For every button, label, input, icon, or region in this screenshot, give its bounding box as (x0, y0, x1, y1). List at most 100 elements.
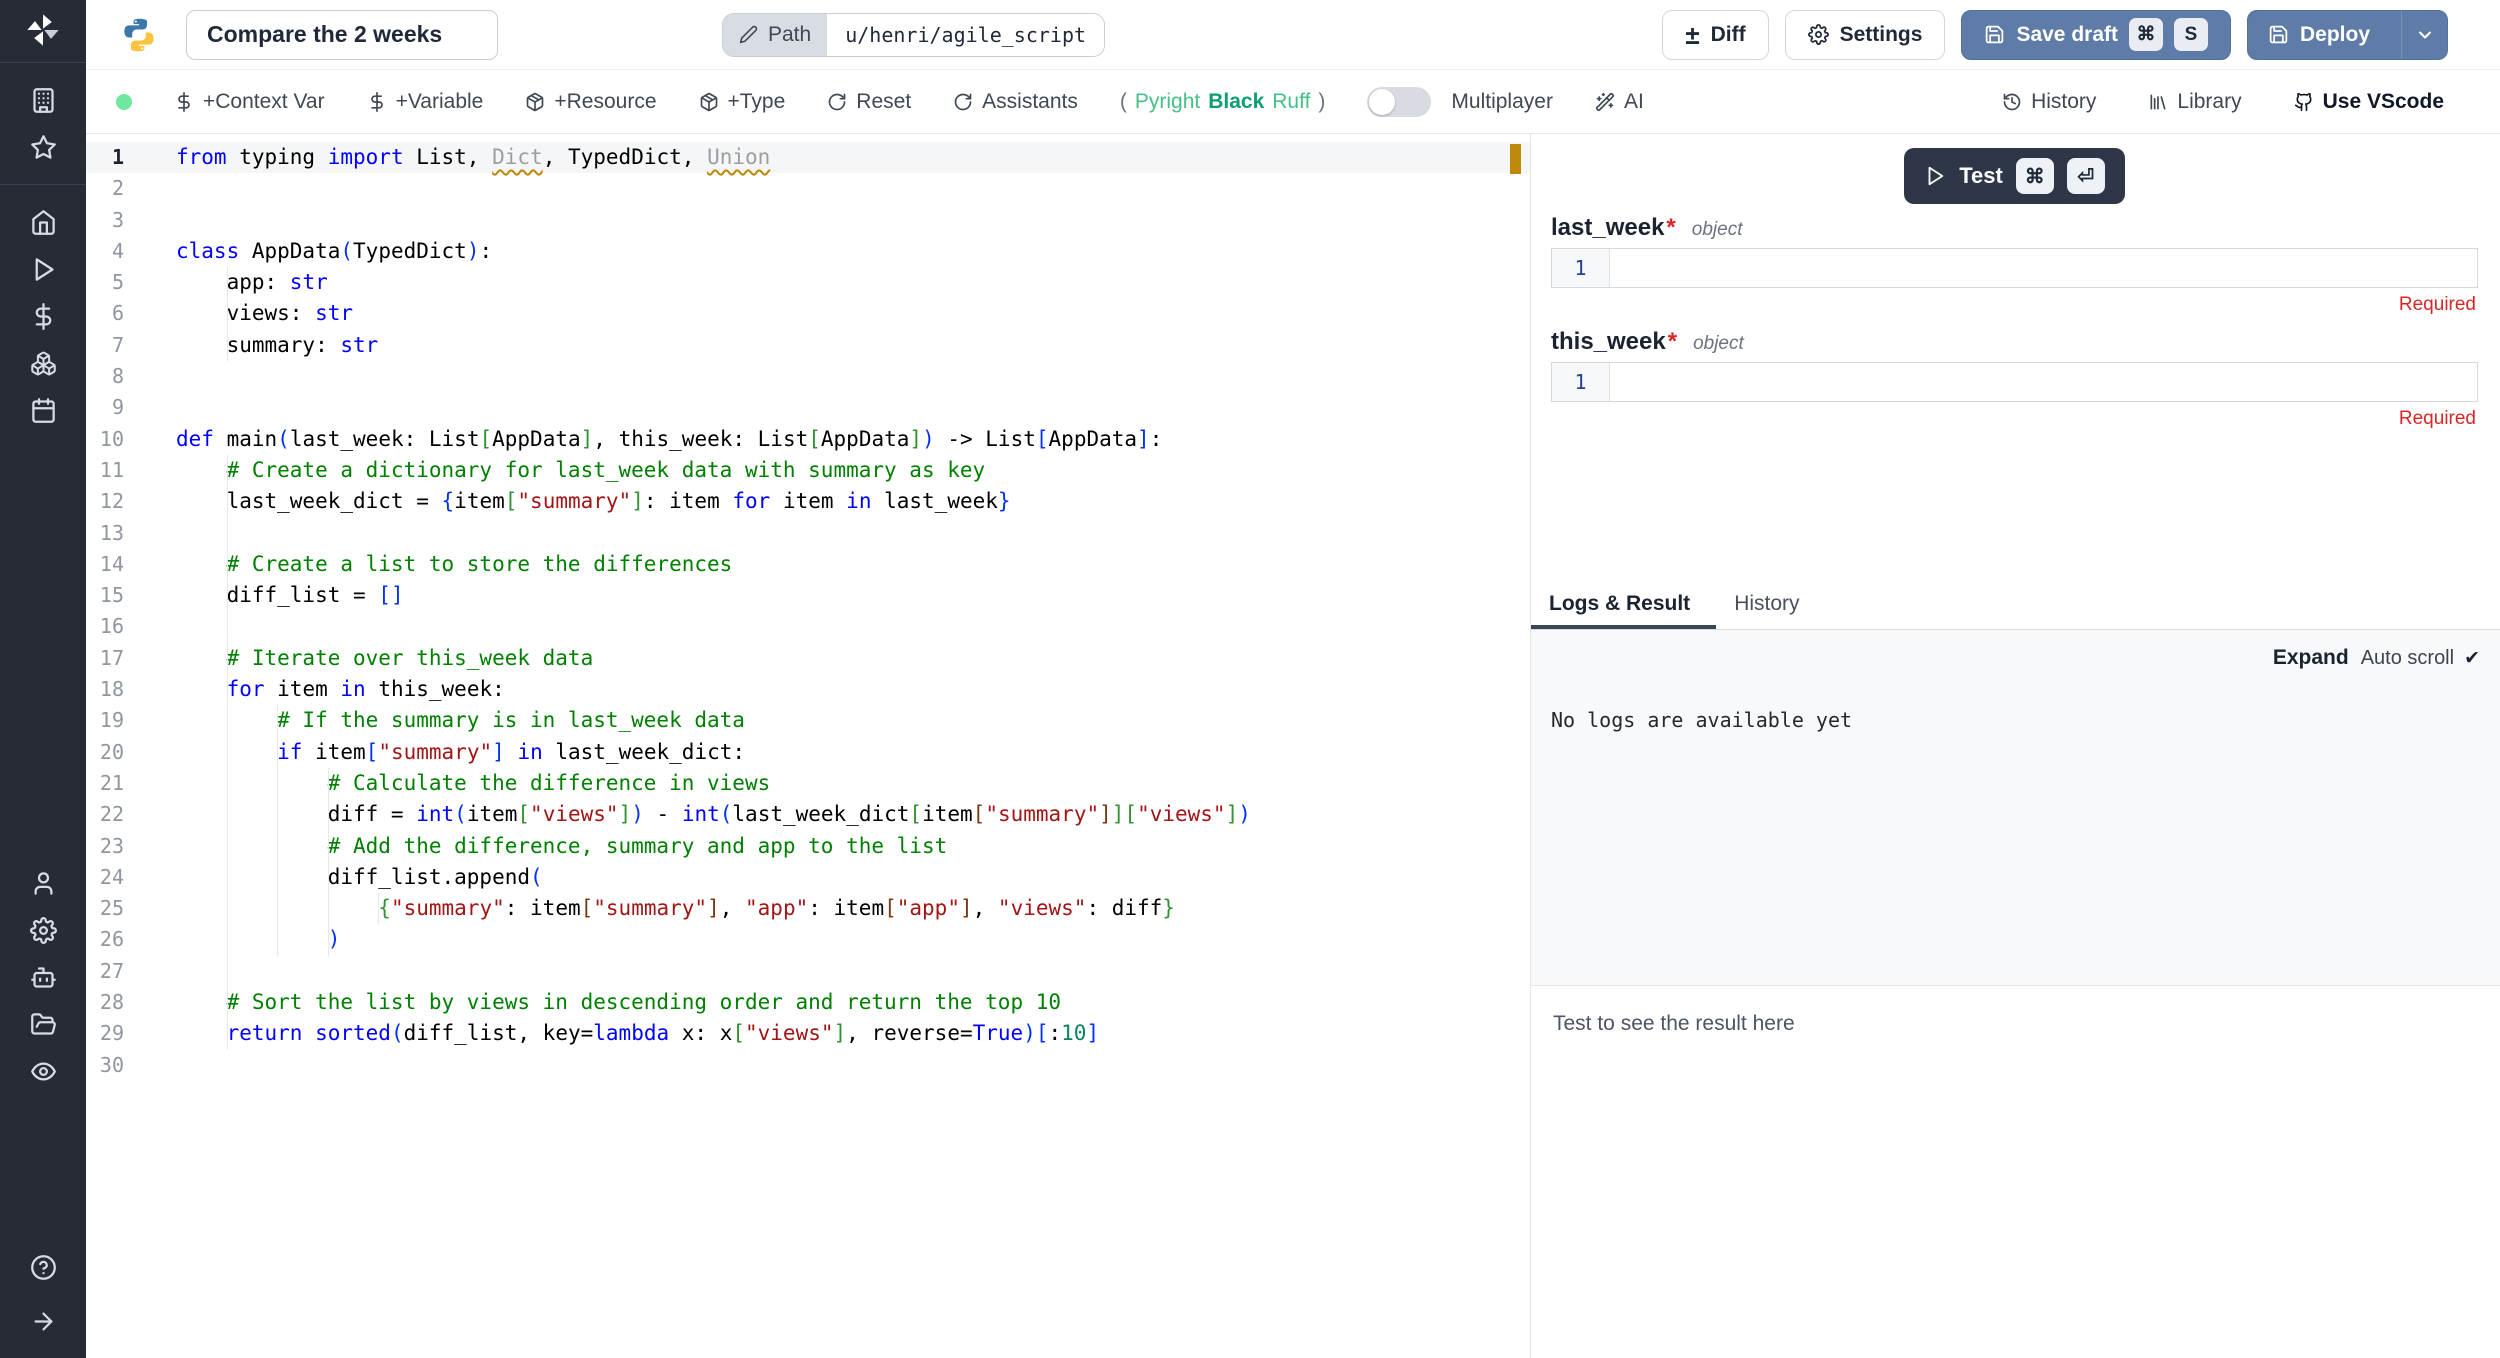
code-line[interactable]: 15 diff_list = [] (86, 580, 1530, 611)
eye-icon (30, 1058, 57, 1085)
code-line[interactable]: 25 {"summary": item["summary"], "app": i… (86, 893, 1530, 924)
code-line[interactable]: 12 last_week_dict = {item["summary"]: it… (86, 486, 1530, 517)
pencil-icon (739, 25, 758, 44)
line-number: 16 (86, 611, 124, 642)
assistants-status[interactable]: (Pyright Black Ruff) (1120, 90, 1326, 114)
line-number: 15 (86, 580, 124, 611)
auto-scroll-toggle[interactable]: Auto scroll ✔ (2361, 647, 2480, 670)
path-editor[interactable]: Path u/henri/agile_script (722, 13, 1105, 57)
code-line[interactable]: 24 diff_list.append( (86, 862, 1530, 893)
code-line[interactable]: 29 return sorted(diff_list, key=lambda x… (86, 1018, 1530, 1049)
history-button[interactable]: History (2002, 90, 2096, 114)
package-icon (525, 92, 545, 112)
assistant-ruff: Ruff (1272, 90, 1310, 114)
boxes-icon (30, 350, 57, 377)
deploy-button[interactable]: Deploy (2247, 10, 2448, 60)
windmill-logo-icon[interactable] (0, 0, 86, 60)
gear-icon (1808, 24, 1829, 45)
tab-history[interactable]: History (1716, 578, 1825, 629)
github-icon (2294, 92, 2314, 112)
code-line[interactable]: 11 # Create a dictionary for last_week d… (86, 455, 1530, 486)
add-context-var-button[interactable]: +Context Var (174, 90, 325, 114)
code-line[interactable]: 4class AppData(TypedDict): (86, 236, 1530, 267)
script-title-input[interactable]: Compare the 2 weeks (186, 10, 498, 60)
this-week-json-input[interactable]: 1 (1551, 362, 2478, 402)
code-line[interactable]: 30 (86, 1050, 1530, 1081)
code-line[interactable]: 27 (86, 956, 1530, 987)
magic-wand-icon (1595, 92, 1615, 112)
plus-minus-icon: ± (1685, 22, 1699, 48)
settings-button[interactable]: Settings (1785, 10, 1946, 60)
sidebar-expand-button[interactable] (19, 1298, 67, 1344)
sidebar-item-runs[interactable] (19, 246, 67, 292)
library-button[interactable]: Library (2148, 90, 2241, 114)
sidebar-item-workspace[interactable] (19, 77, 67, 123)
diff-button[interactable]: ± Diff (1662, 10, 1768, 60)
line-number: 24 (86, 862, 124, 893)
warning-overview-marker (1510, 144, 1521, 174)
code-line[interactable]: 1from typing import List, Dict, TypedDic… (86, 142, 1530, 173)
code-line[interactable]: 20 if item["summary"] in last_week_dict: (86, 737, 1530, 768)
argument-block: this_week* object 1 Required (1551, 328, 2478, 430)
sidebar-item-favorites[interactable] (19, 124, 67, 170)
required-hint: Required (1551, 294, 2476, 316)
code-line[interactable]: 13 (86, 518, 1530, 549)
code-lines: 1from typing import List, Dict, TypedDic… (86, 142, 1530, 1081)
code-line[interactable]: 8 (86, 361, 1530, 392)
code-line[interactable]: 7 summary: str (86, 330, 1530, 361)
ai-button[interactable]: AI (1595, 90, 1644, 114)
tab-logs-result[interactable]: Logs & Result (1531, 578, 1716, 629)
use-vscode-button[interactable]: Use VScode (2294, 90, 2444, 114)
code-line[interactable]: 22 diff = int(item["views"]) - int(last_… (86, 799, 1530, 830)
code-line[interactable]: 18 for item in this_week: (86, 674, 1530, 705)
help-circle-icon (30, 1254, 57, 1281)
add-variable-button[interactable]: +Variable (367, 90, 484, 114)
add-resource-button[interactable]: +Resource (525, 90, 656, 114)
code-line[interactable]: 10def main(last_week: List[AppData], thi… (86, 424, 1530, 455)
line-number: 13 (86, 518, 124, 549)
required-hint: Required (1551, 408, 2476, 430)
code-line[interactable]: 28 # Sort the list by views in descendin… (86, 987, 1530, 1018)
windmill-script-editor: Compare the 2 weeks Path u/henri/agile_s… (0, 0, 2500, 1358)
save-draft-button[interactable]: Save draft ⌘ S (1961, 10, 2231, 60)
sidebar-item-settings[interactable] (19, 907, 67, 953)
last-week-json-input[interactable]: 1 (1551, 248, 2478, 288)
code-line[interactable]: 23 # Add the difference, summary and app… (86, 831, 1530, 862)
code-line[interactable]: 5 app: str (86, 267, 1530, 298)
sidebar-item-resources[interactable] (19, 340, 67, 386)
code-line[interactable]: 26 ) (86, 924, 1530, 955)
code-line[interactable]: 14 # Create a list to store the differen… (86, 549, 1530, 580)
sidebar-item-users[interactable] (19, 860, 67, 906)
line-number: 3 (86, 205, 124, 236)
rotate-cw-icon (953, 92, 973, 112)
sidebar-item-audit-logs[interactable] (19, 1048, 67, 1094)
code-line[interactable]: 21 # Calculate the difference in views (86, 768, 1530, 799)
code-line[interactable]: 3 (86, 205, 1530, 236)
code-line[interactable]: 9 (86, 392, 1530, 423)
line-number: 8 (86, 361, 124, 392)
bot-icon (30, 964, 57, 991)
logs-tabs: Logs & Result History (1531, 578, 2500, 630)
sidebar-item-folders[interactable] (19, 1001, 67, 1047)
deploy-dropdown[interactable] (2401, 11, 2447, 59)
sidebar-item-schedules[interactable] (19, 387, 67, 433)
multiplayer-toggle[interactable] (1367, 87, 1431, 117)
test-button[interactable]: Test ⌘ ⏎ (1904, 148, 2125, 204)
code-line[interactable]: 2 (86, 173, 1530, 204)
sidebar (0, 0, 86, 1358)
code-line[interactable]: 19 # If the summary is in last_week data (86, 705, 1530, 736)
add-type-button[interactable]: +Type (699, 90, 786, 114)
assistants-button[interactable]: Assistants (953, 90, 1078, 114)
sidebar-item-home[interactable] (19, 199, 67, 245)
code-line[interactable]: 16 (86, 611, 1530, 642)
reset-button[interactable]: Reset (827, 90, 911, 114)
expand-button[interactable]: Expand (2273, 646, 2349, 670)
sidebar-item-variables[interactable] (19, 293, 67, 339)
sidebar-item-workers[interactable] (19, 954, 67, 1000)
code-line[interactable]: 6 views: str (86, 298, 1530, 329)
paren: ) (1318, 90, 1325, 114)
arg-type: object (1692, 219, 1743, 241)
sidebar-item-help[interactable] (19, 1244, 67, 1290)
code-line[interactable]: 17 # Iterate over this_week data (86, 643, 1530, 674)
code-editor[interactable]: 1from typing import List, Dict, TypedDic… (86, 134, 1530, 1358)
